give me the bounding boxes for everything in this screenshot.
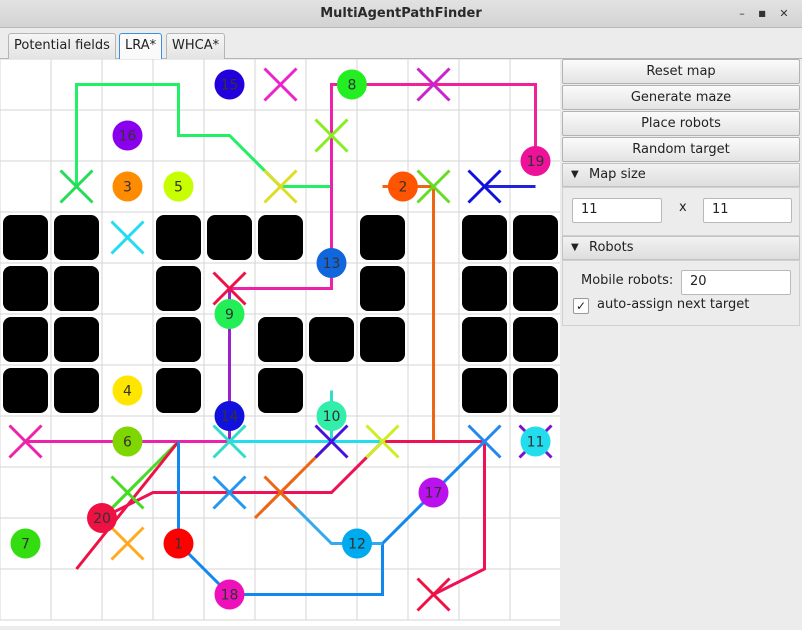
wall-cell [156,266,201,311]
robot-label: 13 [323,256,341,272]
robot-path [330,83,537,187]
map-canvas[interactable]: 2 3 4 5 6 7 8 9 10 11 12 13 14 15 16 17 18 19 20 1 [0,58,562,626]
wall-cell [309,317,354,362]
wall-cell [513,215,558,260]
wall-cell [156,368,201,413]
robot-label: 14 [221,409,239,425]
robots-title: Robots [589,240,634,255]
wall-cell [360,317,405,362]
collapse-arrow-icon: ▼ [571,242,579,253]
wall-cell [258,368,303,413]
robot-label: 19 [527,154,545,170]
robot-label: 20 [93,511,111,527]
mobile-robots-label: Mobile robots: [581,273,674,288]
auto-assign-label: auto-assign next target [597,297,750,312]
robot-label: 16 [119,129,137,145]
map-size-panel: 11 x 11 [562,187,800,236]
map-size-title: Map size [589,167,646,182]
target-x-icon [416,577,451,612]
random-target-button[interactable]: Random target [562,137,800,162]
window-title: MultiAgentPathFinder [320,6,482,21]
map-size-separator: x [679,200,687,215]
tab-whca-star[interactable]: WHCA* [166,33,226,59]
tab-bar: Potential fields LRA* WHCA* [0,28,802,60]
target-x-icon [263,67,298,102]
wall-cell [462,317,507,362]
minimize-icon[interactable]: – [734,6,750,22]
wall-cell [54,215,99,260]
maximize-icon[interactable]: ■ [754,6,770,22]
wall-cell [3,266,48,311]
robot-label: 6 [123,435,132,451]
title-bar: MultiAgentPathFinder – ■ ✕ [0,0,802,28]
wall-cell [3,317,48,362]
robot-label: 18 [221,588,239,604]
robot-label: 15 [221,78,239,94]
target-x-icon [110,526,145,561]
map-grid[interactable]: 2 3 4 5 6 7 8 9 10 11 12 13 14 15 16 17 18 19 20 1 [0,58,562,626]
wall-cell [3,215,48,260]
robot-label: 17 [425,486,443,502]
wall-cell [258,215,303,260]
tab-lra-star[interactable]: LRA* [119,33,163,60]
robot-label: 9 [225,307,234,323]
robot-label: 5 [174,180,183,196]
robot-label: 8 [347,78,356,94]
wall-cell [54,368,99,413]
robot-label: 1 [174,537,183,553]
wall-cell [462,368,507,413]
map-width-field[interactable]: 11 [572,198,662,223]
place-robots-button[interactable]: Place robots [562,111,800,136]
wall-cell [513,368,558,413]
wall-cell [156,215,201,260]
map-size-header[interactable]: ▼ Map size [562,163,800,187]
robots-header[interactable]: ▼ Robots [562,236,800,260]
wall-cell [258,317,303,362]
control-panel: Reset map Generate maze Place robots Ran… [561,59,802,626]
map-height-field[interactable]: 11 [703,198,792,223]
reset-map-button[interactable]: Reset map [562,59,800,84]
robot-label: 3 [123,180,132,196]
robot-label: 12 [348,537,366,553]
robot-label: 11 [527,435,545,451]
wall-cell [360,266,405,311]
wall-cell [360,215,405,260]
collapse-arrow-icon: ▼ [571,169,579,180]
mobile-robots-field[interactable]: 20 [681,270,791,295]
wall-cell [54,266,99,311]
wall-cell [462,266,507,311]
target-x-icon [110,220,145,255]
wall-cell [54,317,99,362]
close-icon[interactable]: ✕ [776,6,792,22]
wall-cell [513,317,558,362]
checkmark-icon: ✓ [575,299,587,313]
robot-label: 4 [123,384,132,400]
wall-cell [513,266,558,311]
robot-label: 2 [398,180,407,196]
robot-label: 7 [21,537,30,553]
robots-panel: Mobile robots: 20 ✓ auto-assign next tar… [562,260,800,326]
wall-cell [3,368,48,413]
wall-cell [462,215,507,260]
auto-assign-checkbox[interactable]: ✓ [573,298,589,314]
wall-cell [207,215,252,260]
tab-potential-fields[interactable]: Potential fields [8,33,116,59]
generate-maze-button[interactable]: Generate maze [562,85,800,110]
robot-label: 10 [323,409,341,425]
wall-cell [156,317,201,362]
